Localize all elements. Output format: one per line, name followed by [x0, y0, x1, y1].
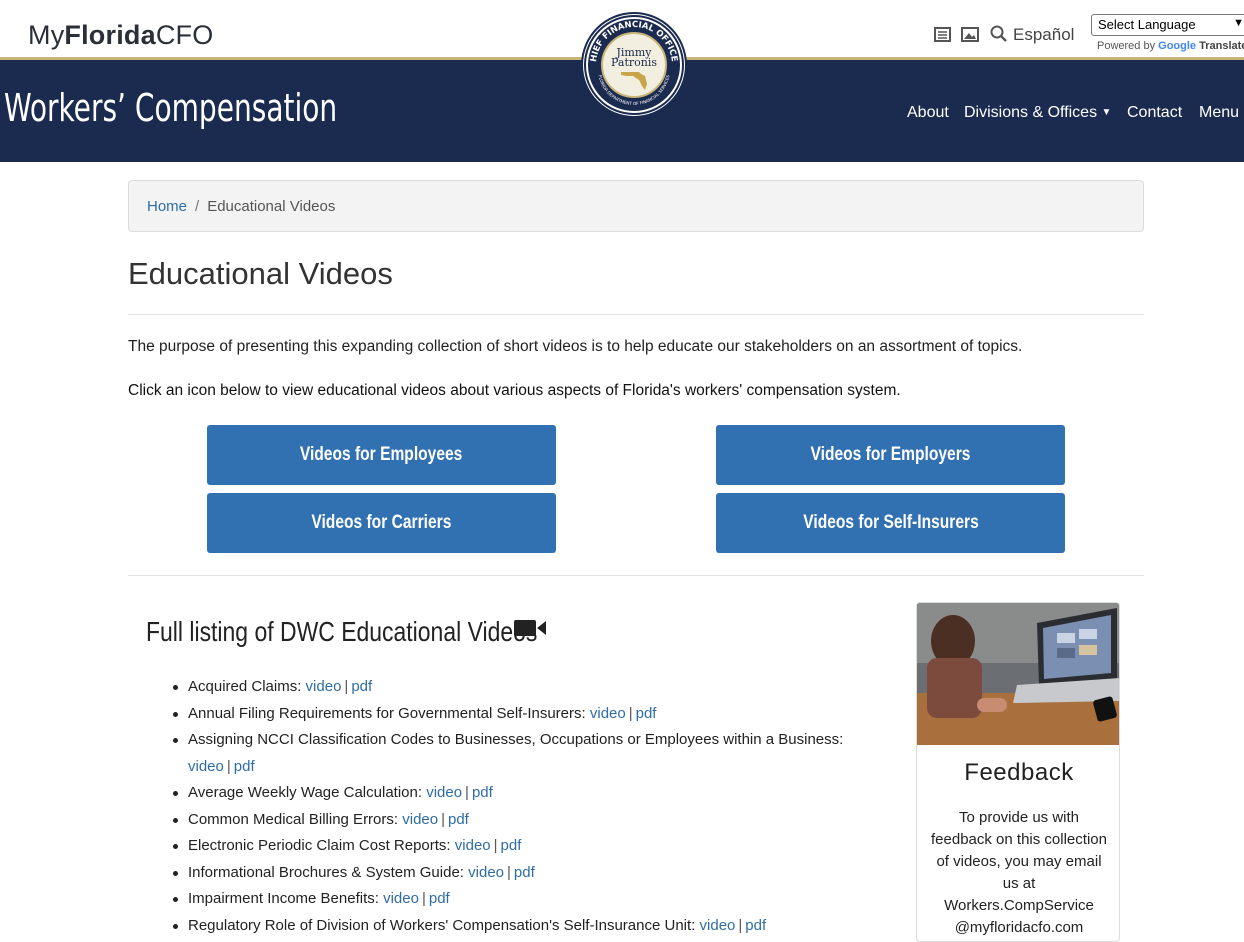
feedback-text: To provide us with feedback on this coll…	[931, 809, 1107, 936]
feedback-title: Feedback	[964, 759, 1074, 786]
site-title[interactable]: Workers’ Compensation	[4, 86, 337, 130]
video-list: Acquired Claims: video | pdf Annual Filing…	[170, 674, 870, 939]
pdf-link[interactable]: pdf	[636, 705, 657, 722]
list-item: Electronic Periodic Claim Cost Reports: …	[170, 833, 870, 860]
video-link[interactable]: video	[455, 837, 491, 854]
divider	[128, 575, 1144, 576]
nav-divisions-offices[interactable]: Divisions & Offices ▼	[964, 104, 1111, 122]
breadcrumb-home[interactable]: Home	[147, 198, 187, 215]
list-item: Acquired Claims: video | pdf	[170, 674, 870, 701]
logo-bold: Florida	[64, 20, 156, 50]
divider	[128, 314, 1144, 315]
list-item: Common Medical Billing Errors: video | pdf	[170, 807, 870, 834]
video-link[interactable]: video	[590, 705, 626, 722]
image-icon[interactable]	[961, 27, 979, 47]
list-item: Regulatory Role of Division of Workers' …	[170, 913, 870, 940]
list-item: Average Weekly Wage Calculation: video | p…	[170, 780, 870, 807]
language-select-value: Select Language	[1098, 17, 1196, 32]
powered-by-google: Powered by Google Translate	[1097, 40, 1244, 52]
video-link[interactable]: video	[306, 678, 342, 695]
pdf-link[interactable]: pdf	[351, 678, 372, 695]
espanol-link[interactable]: Español	[1013, 25, 1074, 45]
nav-about[interactable]: About	[907, 104, 949, 122]
feedback-photo	[917, 603, 1119, 745]
chevron-down-icon: ▼	[1233, 17, 1244, 29]
video-link[interactable]: video	[383, 890, 419, 907]
list-item: Annual Filing Requirements for Governmen…	[170, 701, 870, 728]
breadcrumb-current: Educational Videos	[207, 198, 336, 215]
pdf-link[interactable]: pdf	[472, 784, 493, 801]
feedback-card: Feedback To provide us with feedback on …	[916, 602, 1120, 942]
newspaper-icon[interactable]	[934, 27, 951, 47]
language-select[interactable]: Select Language ▼	[1091, 14, 1244, 36]
nav-menu[interactable]: Menu	[1199, 104, 1239, 122]
logo-suffix: CFO	[155, 20, 214, 50]
video-link[interactable]: video	[426, 784, 462, 801]
list-item: Impairment Income Benefits: video | pdf	[170, 886, 870, 913]
button-label: Videos for Employees	[300, 444, 463, 465]
google-logo: Google	[1158, 40, 1197, 52]
instruction-text: Click an icon below to view educational …	[128, 382, 901, 399]
nav-contact[interactable]: Contact	[1127, 104, 1182, 122]
video-link[interactable]: video	[188, 758, 224, 775]
video-link[interactable]: video	[468, 864, 504, 881]
nav-divisions-label: Divisions & Offices	[964, 104, 1098, 121]
pdf-link[interactable]: pdf	[234, 758, 255, 775]
listing-title: Full listing of DWC Educational Videos	[146, 616, 538, 647]
cfo-seal-logo[interactable]: CHIEF FINANCIAL OFFICER FLORIDA DEPARTME…	[580, 7, 685, 116]
caret-down-icon: ▼	[1101, 107, 1112, 118]
videos-for-self-insurers-button[interactable]: Videos for Self-Insurers	[716, 493, 1065, 553]
page-title: Educational Videos	[128, 256, 393, 291]
breadcrumb-separator: /	[195, 198, 200, 215]
logo-prefix: My	[28, 20, 65, 50]
pdf-link[interactable]: pdf	[501, 837, 522, 854]
button-label: Videos for Carriers	[311, 512, 452, 533]
intro-text: The purpose of presenting this expanding…	[128, 338, 1023, 355]
myfloridacfo-logo[interactable]: MyFloridaCFO	[28, 20, 213, 51]
videos-for-carriers-button[interactable]: Videos for Carriers	[207, 493, 556, 553]
button-label: Videos for Employers	[810, 444, 971, 465]
videos-for-employers-button[interactable]: Videos for Employers	[716, 425, 1065, 485]
video-camera-icon	[514, 618, 548, 638]
pdf-link[interactable]: pdf	[514, 864, 535, 881]
video-link[interactable]: video	[402, 811, 438, 828]
videos-for-employees-button[interactable]: Videos for Employees	[207, 425, 556, 485]
button-label: Videos for Self-Insurers	[802, 512, 979, 533]
pdf-link[interactable]: pdf	[429, 890, 450, 907]
search-icon[interactable]	[990, 25, 1008, 48]
list-item: Assigning NCCI Classification Codes to B…	[170, 727, 868, 780]
list-item: Informational Brochures & System Guide: …	[170, 860, 870, 887]
seal-name-last: Patronis	[611, 56, 657, 69]
translate-link[interactable]: Translate	[1199, 40, 1244, 52]
breadcrumb: Home / Educational Videos	[128, 180, 1144, 232]
pdf-link[interactable]: pdf	[448, 811, 469, 828]
